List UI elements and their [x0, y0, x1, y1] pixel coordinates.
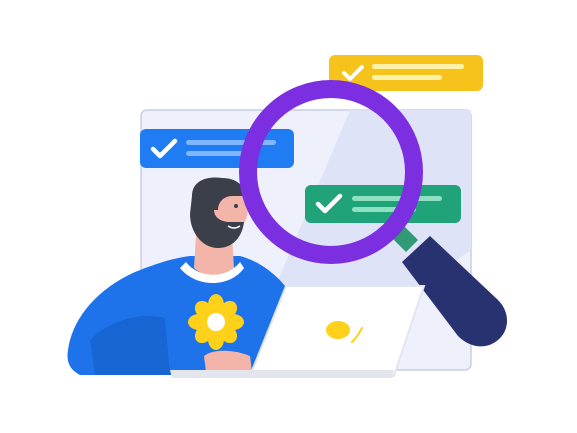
- green-check-card: [305, 185, 461, 223]
- laptop-base: [170, 370, 394, 378]
- eye: [234, 204, 238, 208]
- check-icon: [342, 63, 364, 83]
- illustration-stage: [0, 0, 577, 433]
- illustration-svg: [67, 55, 507, 378]
- blue-check-card: [140, 129, 294, 168]
- card-line: [372, 64, 464, 69]
- laptop-logo: [326, 321, 350, 339]
- card-line: [352, 196, 442, 201]
- card-line: [372, 75, 442, 80]
